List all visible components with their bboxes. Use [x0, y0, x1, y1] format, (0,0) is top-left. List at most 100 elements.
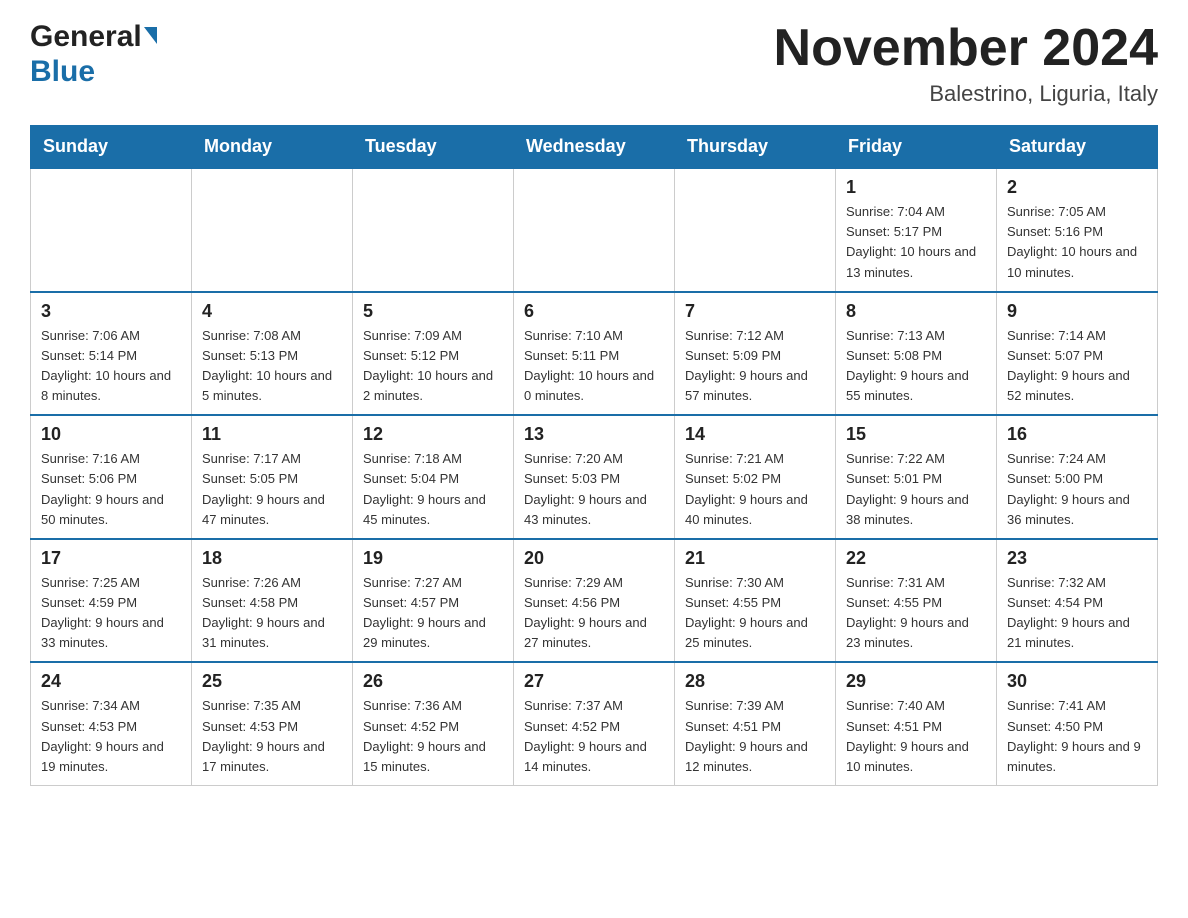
col-header-monday: Monday [192, 126, 353, 169]
day-info: Sunrise: 7:10 AMSunset: 5:11 PMDaylight:… [524, 326, 664, 407]
day-info: Sunrise: 7:05 AMSunset: 5:16 PMDaylight:… [1007, 202, 1147, 283]
day-number: 26 [363, 671, 503, 692]
calendar-cell: 16 Sunrise: 7:24 AMSunset: 5:00 PMDayligh… [997, 415, 1158, 539]
day-info: Sunrise: 7:31 AMSunset: 4:55 PMDaylight:… [846, 573, 986, 654]
week-row-4: 17 Sunrise: 7:25 AMSunset: 4:59 PMDayligh… [31, 539, 1158, 663]
day-number: 17 [41, 548, 181, 569]
calendar-cell: 28Sunrise: 7:39 AMSunset: 4:51 PMDayligh… [675, 662, 836, 785]
calendar-cell [353, 168, 514, 292]
calendar-header-row: SundayMondayTuesdayWednesdayThursdayFrid… [31, 126, 1158, 169]
day-info: Sunrise: 7:08 AMSunset: 5:13 PMDaylight:… [202, 326, 342, 407]
day-number: 5 [363, 301, 503, 322]
calendar-cell: 25 Sunrise: 7:35 AMSunset: 4:53 PMDayligh… [192, 662, 353, 785]
day-number: 16 [1007, 424, 1147, 445]
day-info: Sunrise: 7:13 AMSunset: 5:08 PMDaylight:… [846, 326, 986, 407]
col-header-wednesday: Wednesday [514, 126, 675, 169]
col-header-saturday: Saturday [997, 126, 1158, 169]
day-info: Sunrise: 7:27 AMSunset: 4:57 PMDaylight:… [363, 573, 503, 654]
day-number: 24 [41, 671, 181, 692]
day-number: 23 [1007, 548, 1147, 569]
calendar-cell [192, 168, 353, 292]
day-number: 14 [685, 424, 825, 445]
day-info: Sunrise: 7:29 AMSunset: 4:56 PMDaylight:… [524, 573, 664, 654]
day-number: 15 [846, 424, 986, 445]
day-number: 20 [524, 548, 664, 569]
day-info: Sunrise: 7:24 AMSunset: 5:00 PMDaylight:… [1007, 449, 1147, 530]
logo: General Blue [30, 20, 157, 88]
calendar-cell: 5 Sunrise: 7:09 AMSunset: 5:12 PMDaylight… [353, 292, 514, 416]
day-info: Sunrise: 7:34 AMSunset: 4:53 PMDaylight:… [41, 696, 181, 777]
day-info: Sunrise: 7:12 AMSunset: 5:09 PMDaylight:… [685, 326, 825, 407]
day-number: 25 [202, 671, 342, 692]
col-header-friday: Friday [836, 126, 997, 169]
day-info: Sunrise: 7:04 AMSunset: 5:17 PMDaylight:… [846, 202, 986, 283]
day-info: Sunrise: 7:14 AMSunset: 5:07 PMDaylight:… [1007, 326, 1147, 407]
day-info: Sunrise: 7:36 AMSunset: 4:52 PMDaylight:… [363, 696, 503, 777]
calendar-cell [675, 168, 836, 292]
day-number: 21 [685, 548, 825, 569]
calendar-cell: 22 Sunrise: 7:31 AMSunset: 4:55 PMDayligh… [836, 539, 997, 663]
calendar-cell: 17 Sunrise: 7:25 AMSunset: 4:59 PMDayligh… [31, 539, 192, 663]
day-info: Sunrise: 7:26 AMSunset: 4:58 PMDaylight:… [202, 573, 342, 654]
day-number: 2 [1007, 177, 1147, 198]
day-info: Sunrise: 7:41 AMSunset: 4:50 PMDaylight:… [1007, 696, 1147, 777]
calendar-cell: 30Sunrise: 7:41 AMSunset: 4:50 PMDayligh… [997, 662, 1158, 785]
calendar-cell: 19 Sunrise: 7:27 AMSunset: 4:57 PMDayligh… [353, 539, 514, 663]
day-number: 3 [41, 301, 181, 322]
calendar-cell: 12Sunrise: 7:18 AMSunset: 5:04 PMDayligh… [353, 415, 514, 539]
week-row-2: 3 Sunrise: 7:06 AMSunset: 5:14 PMDaylight… [31, 292, 1158, 416]
calendar-cell: 7Sunrise: 7:12 AMSunset: 5:09 PMDaylight… [675, 292, 836, 416]
month-title: November 2024 [774, 20, 1158, 77]
calendar-cell: 3 Sunrise: 7:06 AMSunset: 5:14 PMDaylight… [31, 292, 192, 416]
calendar-cell: 8 Sunrise: 7:13 AMSunset: 5:08 PMDaylight… [836, 292, 997, 416]
calendar-cell: 6 Sunrise: 7:10 AMSunset: 5:11 PMDaylight… [514, 292, 675, 416]
calendar-cell: 9 Sunrise: 7:14 AMSunset: 5:07 PMDaylight… [997, 292, 1158, 416]
day-number: 8 [846, 301, 986, 322]
week-row-3: 10Sunrise: 7:16 AMSunset: 5:06 PMDayligh… [31, 415, 1158, 539]
location-subtitle: Balestrino, Liguria, Italy [774, 81, 1158, 107]
calendar-cell: 10Sunrise: 7:16 AMSunset: 5:06 PMDayligh… [31, 415, 192, 539]
calendar-cell [514, 168, 675, 292]
page-header: General Blue November 2024 Balestrino, L… [30, 20, 1158, 107]
week-row-1: 1Sunrise: 7:04 AMSunset: 5:17 PMDaylight… [31, 168, 1158, 292]
day-info: Sunrise: 7:06 AMSunset: 5:14 PMDaylight:… [41, 326, 181, 407]
logo-triangle-icon [144, 27, 157, 44]
day-info: Sunrise: 7:32 AMSunset: 4:54 PMDaylight:… [1007, 573, 1147, 654]
calendar-cell: 4 Sunrise: 7:08 AMSunset: 5:13 PMDaylight… [192, 292, 353, 416]
calendar-cell: 1Sunrise: 7:04 AMSunset: 5:17 PMDaylight… [836, 168, 997, 292]
logo-general: General [30, 20, 157, 53]
calendar-cell: 14 Sunrise: 7:21 AMSunset: 5:02 PMDayligh… [675, 415, 836, 539]
day-number: 19 [363, 548, 503, 569]
day-number: 11 [202, 424, 342, 445]
day-info: Sunrise: 7:37 AMSunset: 4:52 PMDaylight:… [524, 696, 664, 777]
day-info: Sunrise: 7:09 AMSunset: 5:12 PMDaylight:… [363, 326, 503, 407]
col-header-tuesday: Tuesday [353, 126, 514, 169]
day-info: Sunrise: 7:25 AMSunset: 4:59 PMDaylight:… [41, 573, 181, 654]
day-number: 9 [1007, 301, 1147, 322]
day-info: Sunrise: 7:21 AMSunset: 5:02 PMDaylight:… [685, 449, 825, 530]
day-number: 22 [846, 548, 986, 569]
day-number: 18 [202, 548, 342, 569]
day-info: Sunrise: 7:30 AMSunset: 4:55 PMDaylight:… [685, 573, 825, 654]
calendar-cell: 20 Sunrise: 7:29 AMSunset: 4:56 PMDayligh… [514, 539, 675, 663]
calendar-cell: 24 Sunrise: 7:34 AMSunset: 4:53 PMDayligh… [31, 662, 192, 785]
calendar-table: SundayMondayTuesdayWednesdayThursdayFrid… [30, 125, 1158, 786]
calendar-cell: 21 Sunrise: 7:30 AMSunset: 4:55 PMDayligh… [675, 539, 836, 663]
day-info: Sunrise: 7:40 AMSunset: 4:51 PMDaylight:… [846, 696, 986, 777]
calendar-cell: 23 Sunrise: 7:32 AMSunset: 4:54 PMDayligh… [997, 539, 1158, 663]
calendar-cell: 18 Sunrise: 7:26 AMSunset: 4:58 PMDayligh… [192, 539, 353, 663]
day-info: Sunrise: 7:17 AMSunset: 5:05 PMDaylight:… [202, 449, 342, 530]
day-number: 12 [363, 424, 503, 445]
day-info: Sunrise: 7:35 AMSunset: 4:53 PMDaylight:… [202, 696, 342, 777]
logo-blue: Blue [30, 55, 95, 88]
calendar-cell: 29Sunrise: 7:40 AMSunset: 4:51 PMDayligh… [836, 662, 997, 785]
week-row-5: 24 Sunrise: 7:34 AMSunset: 4:53 PMDayligh… [31, 662, 1158, 785]
calendar-cell: 15 Sunrise: 7:22 AMSunset: 5:01 PMDayligh… [836, 415, 997, 539]
day-number: 10 [41, 424, 181, 445]
day-info: Sunrise: 7:20 AMSunset: 5:03 PMDaylight:… [524, 449, 664, 530]
day-info: Sunrise: 7:22 AMSunset: 5:01 PMDaylight:… [846, 449, 986, 530]
day-number: 4 [202, 301, 342, 322]
col-header-sunday: Sunday [31, 126, 192, 169]
day-number: 6 [524, 301, 664, 322]
calendar-cell: 2 Sunrise: 7:05 AMSunset: 5:16 PMDaylight… [997, 168, 1158, 292]
